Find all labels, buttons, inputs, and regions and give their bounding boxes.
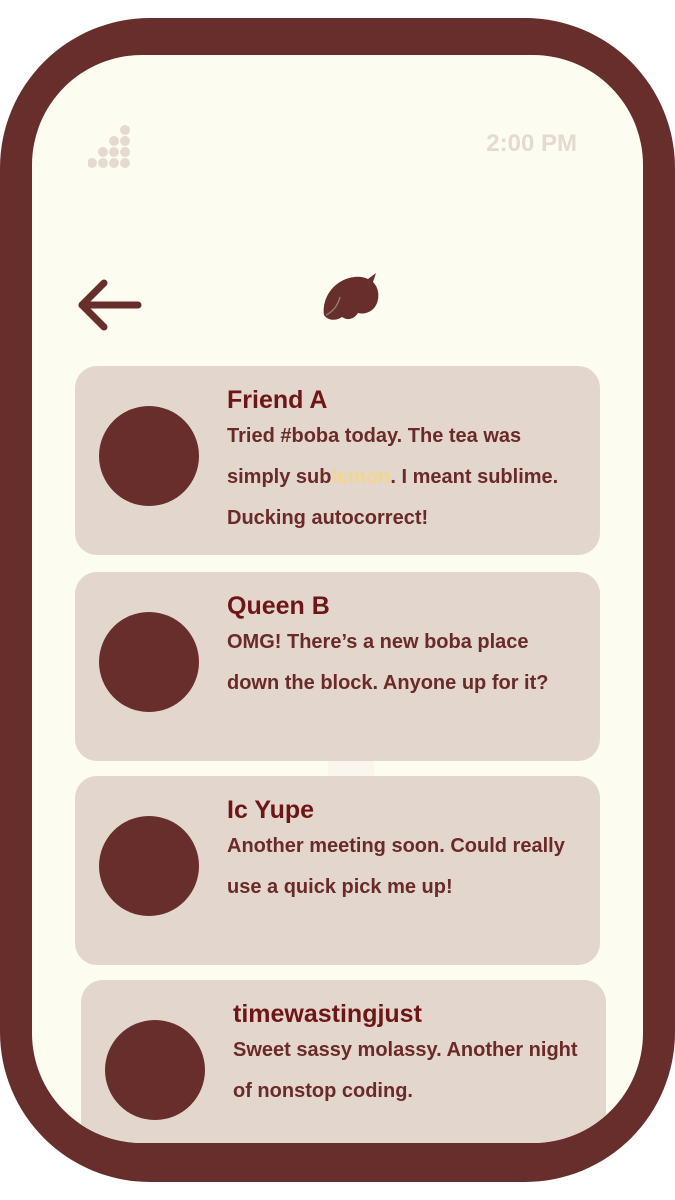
post-text: Sweet sassy molassy. Another night of no… [233, 1039, 578, 1102]
phone-screen: 2:00 PM Friend A Tried #boba today. The … [32, 55, 643, 1143]
post-author[interactable]: Ic Yupe [227, 796, 314, 825]
post-author[interactable]: Friend A [227, 386, 327, 415]
post-card[interactable]: Queen B OMG! There’s a new boba place do… [75, 572, 600, 761]
avatar[interactable] [99, 816, 199, 916]
post-card[interactable]: timewastingjust Sweet sassy molassy. Ano… [81, 980, 606, 1143]
post-card[interactable]: Friend A Tried #boba today. The tea was … [75, 366, 600, 555]
post-text: OMG! There’s a new boba place down the b… [227, 631, 549, 694]
autocorrect-highlight: lemon [331, 466, 391, 488]
post-feed: Friend A Tried #boba today. The tea was … [32, 55, 643, 1143]
post-author[interactable]: Queen B [227, 592, 330, 621]
avatar[interactable] [99, 612, 199, 712]
post-author[interactable]: timewastingjust [233, 1000, 422, 1029]
phone-frame: 2:00 PM Friend A Tried #boba today. The … [0, 18, 675, 1182]
avatar[interactable] [105, 1020, 205, 1120]
post-text: Another meeting soon. Could really use a… [227, 835, 565, 898]
post-card[interactable]: Ic Yupe Another meeting soon. Could real… [75, 776, 600, 965]
post-text: Tried #boba today. The tea was simply su… [227, 416, 572, 539]
avatar[interactable] [99, 406, 199, 506]
